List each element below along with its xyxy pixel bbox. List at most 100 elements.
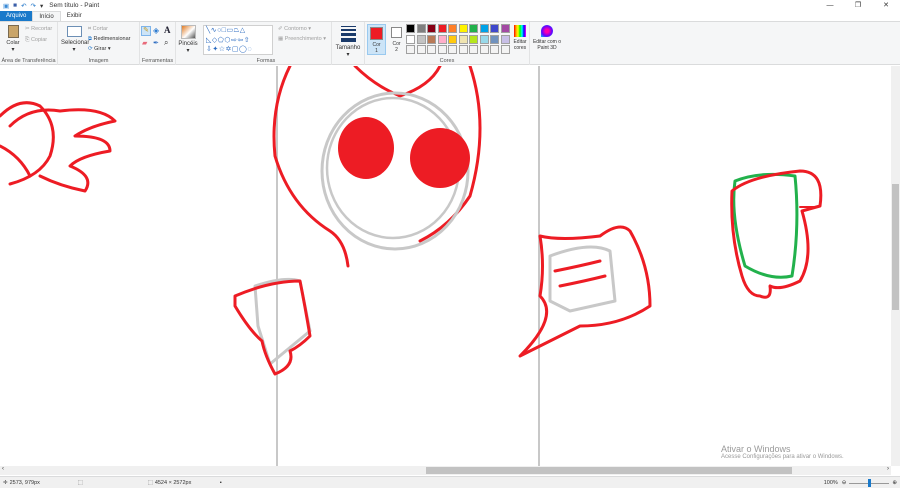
- color-swatch[interactable]: [479, 34, 489, 44]
- shapes-row-icon: ◺◇⬠⬡⇨⇦⇧: [206, 36, 251, 44]
- color-swatch[interactable]: [469, 34, 478, 44]
- tab-exibir[interactable]: Exibir: [61, 11, 88, 21]
- color1-label: Cor 1: [372, 42, 381, 54]
- pencil-icon[interactable]: ✎: [141, 26, 151, 36]
- scroll-right-icon[interactable]: ›: [887, 466, 889, 472]
- custom-color-slot[interactable]: [448, 45, 457, 54]
- text-tool-icon[interactable]: A: [164, 25, 171, 35]
- drawing-canvas[interactable]: Ativar o Windows Acesse Configurações pa…: [0, 66, 891, 466]
- tab-inicio[interactable]: Início: [32, 11, 61, 21]
- windows-activation-watermark: Ativar o Windows Acesse Configurações pa…: [721, 444, 844, 460]
- scroll-left-icon[interactable]: ‹: [2, 466, 4, 472]
- ribbon: Colar ▾ ✂ Recortar ⎘ Copiar Área de Tran…: [0, 21, 900, 65]
- color-swatch[interactable]: [406, 34, 415, 44]
- custom-color-slot[interactable]: [479, 45, 489, 54]
- color-swatch[interactable]: [490, 34, 499, 44]
- colors-group-label: Cores: [439, 58, 455, 64]
- cut-button[interactable]: ✂ Recortar: [25, 26, 52, 32]
- crop-button[interactable]: ⌗ Cortar: [88, 26, 108, 33]
- resize-button[interactable]: ⧉ Redimensionar: [88, 36, 130, 43]
- color-swatch[interactable]: [416, 24, 426, 33]
- rotate-icon: ⟳: [88, 46, 93, 52]
- color-swatch[interactable]: [437, 24, 447, 33]
- fill-button[interactable]: ▦ Preenchimento ▾: [278, 36, 326, 42]
- custom-color-slot[interactable]: [469, 45, 478, 54]
- chevron-down-icon: ▾: [72, 47, 76, 53]
- fill-bucket-icon[interactable]: ◈: [153, 26, 159, 35]
- color-swatch[interactable]: [437, 34, 447, 44]
- rotate-label: Girar: [94, 46, 107, 52]
- vertical-scroll-thumb[interactable]: [892, 184, 899, 310]
- rotate-button[interactable]: ⟳ Girar ▾: [88, 46, 111, 52]
- copy-label: Copiar: [30, 37, 48, 43]
- colors-group: Cor 1 Cor 2 Editar cores Cores: [364, 22, 530, 65]
- magnifier-icon[interactable]: ⌕: [164, 38, 168, 48]
- outline-button[interactable]: ✐ Contorno ▾: [278, 26, 311, 32]
- custom-color-slot[interactable]: [458, 45, 468, 54]
- horizontal-scroll-thumb[interactable]: [426, 467, 792, 474]
- custom-color-slot[interactable]: [416, 45, 426, 54]
- cut-label: Recortar: [31, 26, 53, 32]
- status-bar: ✛ 2573, 979px ⬚ ⬚ 4524 × 2572px ▪ 100% ⊖…: [0, 476, 900, 488]
- color-swatch[interactable]: [416, 34, 426, 44]
- clipboard-group: Colar ▾ ✂ Recortar ⎘ Copiar Área de Tran…: [0, 22, 58, 65]
- custom-color-slot[interactable]: [406, 45, 415, 54]
- color-swatch[interactable]: [458, 34, 468, 44]
- shapes-gallery[interactable]: ╲∿○□▭⏢△ ◺◇⬠⬡⇨⇦⇧ ⇩✦☆✡▢◯◌: [203, 25, 273, 55]
- color-swatch[interactable]: [448, 24, 457, 33]
- line-size-icon: [340, 26, 356, 42]
- custom-color-slot[interactable]: [427, 45, 436, 54]
- minimize-button[interactable]: —: [816, 0, 844, 11]
- eraser-icon[interactable]: ▰: [142, 39, 147, 47]
- zoom-slider[interactable]: [849, 478, 890, 487]
- image-size: 4524 × 2572px: [154, 479, 192, 486]
- horizontal-scrollbar[interactable]: ‹ ›: [0, 466, 891, 475]
- color-swatch[interactable]: [469, 24, 478, 33]
- color-swatch[interactable]: [500, 34, 510, 44]
- custom-color-slot[interactable]: [437, 45, 447, 54]
- custom-color-slot[interactable]: [490, 45, 499, 54]
- color-picker-icon[interactable]: ✒: [153, 39, 159, 47]
- tab-arquivo[interactable]: Arquivo: [0, 11, 33, 21]
- customize-quick-access-icon[interactable]: ▾: [40, 2, 43, 10]
- color2-button[interactable]: Cor 2: [388, 24, 405, 55]
- paste-button[interactable]: Colar ▾: [4, 25, 22, 53]
- small-hand-sketch: [233, 277, 312, 376]
- maximize-button[interactable]: ❐: [844, 0, 872, 11]
- fill-label: Preenchimento: [284, 36, 322, 42]
- color-swatch[interactable]: [427, 24, 436, 33]
- custom-color-slot[interactable]: [500, 45, 510, 54]
- color-swatch[interactable]: [500, 24, 510, 33]
- zoom-in-button[interactable]: ⊕: [892, 480, 897, 486]
- color-swatch[interactable]: [448, 34, 457, 44]
- paint3d-icon: [541, 25, 553, 37]
- brushes-button[interactable]: Pincéis ▾: [177, 25, 199, 54]
- color-swatch[interactable]: [458, 24, 468, 33]
- color1-button[interactable]: Cor 1: [367, 24, 386, 55]
- size-button[interactable]: Tamanho ▾: [334, 26, 362, 58]
- color-swatch[interactable]: [406, 24, 415, 33]
- copy-button[interactable]: ⎘ Copiar: [25, 37, 47, 44]
- vertical-scrollbar[interactable]: [891, 66, 900, 466]
- color-swatch[interactable]: [490, 24, 499, 33]
- image-size-icon: ⬚: [147, 479, 153, 486]
- redo-icon[interactable]: ↷: [31, 2, 36, 10]
- undo-icon[interactable]: ↶: [21, 2, 26, 10]
- color-swatch[interactable]: [479, 24, 489, 33]
- brush-icon: [180, 25, 196, 39]
- zoom-out-button[interactable]: ⊖: [842, 480, 847, 486]
- crop-label: Cortar: [92, 26, 108, 32]
- cursor-position: 2573, 979px: [9, 479, 40, 486]
- paint-app-icon: ▣: [3, 2, 10, 10]
- head-sketch: [272, 66, 482, 268]
- zoom-slider-thumb[interactable]: [867, 478, 871, 487]
- save-icon[interactable]: ■: [13, 2, 17, 9]
- close-button[interactable]: ✕: [872, 0, 900, 11]
- color-swatch[interactable]: [427, 34, 436, 44]
- shapes-row-icon: ╲∿○□▭⏢△: [206, 27, 246, 34]
- edit-paint3d-label: Editar com o Paint 3D: [532, 39, 562, 51]
- edit-paint3d-button[interactable]: Editar com o Paint 3D: [532, 25, 562, 51]
- select-button[interactable]: Selecionar ▾: [61, 26, 89, 53]
- edit-colors-button[interactable]: Editar cores: [510, 25, 530, 51]
- select-rectangle-icon: [66, 26, 82, 37]
